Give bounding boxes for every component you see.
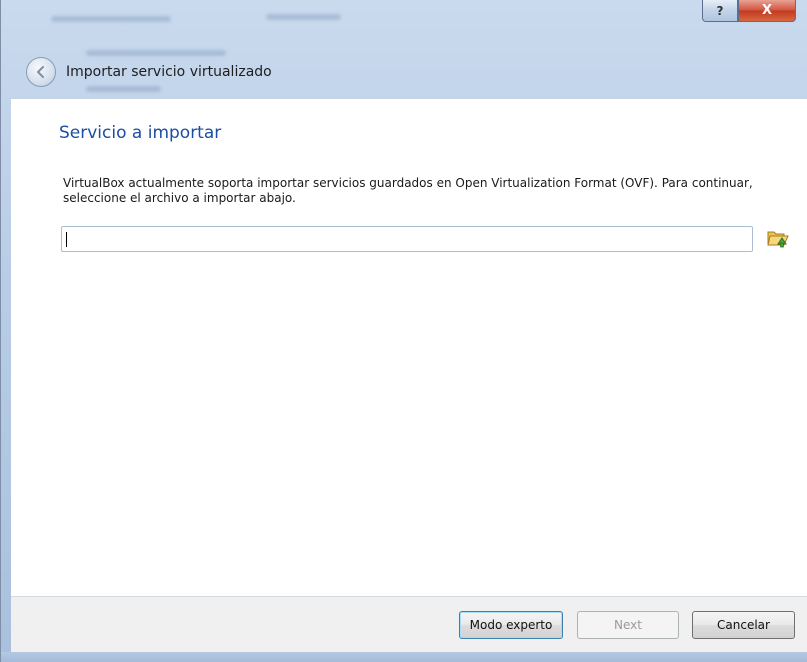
window-bottom-border <box>1 652 807 662</box>
page-title: Servicio a importar <box>59 123 222 143</box>
import-wizard-window: ? X Importar servicio virtualizado Servi… <box>0 0 807 662</box>
blurred-background-text <box>266 14 341 20</box>
page-description: VirtualBox actualmente soporta importar … <box>63 176 753 205</box>
cancel-button[interactable]: Cancelar <box>692 611 795 639</box>
help-button[interactable]: ? <box>702 0 738 22</box>
next-button[interactable]: Next <box>577 611 679 639</box>
wizard-title: Importar servicio virtualizado <box>66 64 272 80</box>
blurred-background-text <box>51 16 171 22</box>
wizard-page: Servicio a importar VirtualBox actualmen… <box>11 98 807 596</box>
wizard-footer: Modo experto Next Cancelar <box>11 596 807 652</box>
wizard-header: Importar servicio virtualizado <box>11 46 807 98</box>
close-icon: X <box>761 3 773 18</box>
text-caret <box>66 232 67 247</box>
open-folder-icon <box>767 231 789 248</box>
expert-mode-button[interactable]: Modo experto <box>459 611 563 639</box>
choose-file-button[interactable] <box>767 228 789 248</box>
close-button[interactable]: X <box>738 0 796 22</box>
help-icon: ? <box>716 3 724 18</box>
back-arrow-icon <box>37 66 44 78</box>
back-button[interactable] <box>26 57 56 87</box>
file-path-input[interactable] <box>61 226 753 252</box>
title-bar: ? X <box>1 0 807 92</box>
